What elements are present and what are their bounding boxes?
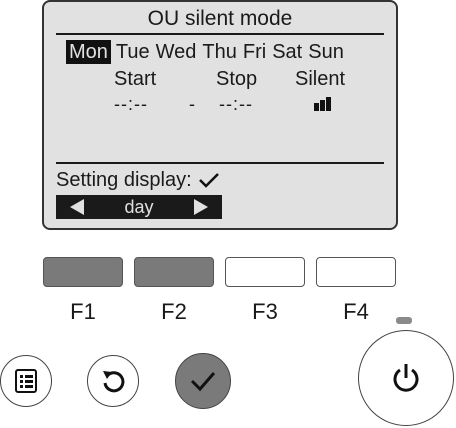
right-arrow-icon[interactable] <box>194 199 208 215</box>
return-icon <box>103 371 125 393</box>
left-arrow-icon[interactable] <box>70 199 84 215</box>
power-icon <box>393 364 419 392</box>
setting-display-row: Setting display: <box>56 168 220 192</box>
day-tue[interactable]: Tue <box>115 40 151 64</box>
start-label: Start <box>114 68 157 90</box>
day-selector-bar[interactable]: day <box>56 195 222 219</box>
stop-label: Stop <box>216 68 258 90</box>
f1-label: F1 <box>70 299 96 324</box>
return-button[interactable] <box>87 355 139 407</box>
screen-title: OU silent mode <box>147 7 293 30</box>
f3-button[interactable] <box>225 257 305 287</box>
time-separator: - <box>189 94 195 114</box>
day-mon[interactable]: Mon <box>66 40 111 64</box>
day-fri[interactable]: Fri <box>242 40 267 64</box>
power-button[interactable] <box>358 330 454 426</box>
stop-time-value[interactable]: --:-- <box>219 94 253 114</box>
menu-button[interactable] <box>0 355 52 407</box>
day-thu[interactable]: Thu <box>201 40 237 64</box>
day-wed[interactable]: Wed <box>155 40 198 64</box>
start-time-value[interactable]: --:-- <box>114 94 148 114</box>
day-selector-label: day <box>124 196 154 217</box>
power-indicator-led <box>396 317 412 324</box>
lcd-screen: OU silent mode Mon Tue Wed Thu Fri Sat S… <box>42 0 398 230</box>
f1-button[interactable] <box>43 257 123 287</box>
f2-label: F2 <box>161 299 187 324</box>
silent-level-icon[interactable] <box>314 97 332 111</box>
day-sat[interactable]: Sat <box>271 40 303 64</box>
title-divider <box>56 33 384 35</box>
menu-icon <box>15 369 37 393</box>
footer-divider <box>56 162 384 164</box>
f4-button[interactable] <box>316 257 396 287</box>
checkmark-icon <box>190 372 216 392</box>
setting-display-label: Setting display: <box>56 169 192 191</box>
select-button[interactable] <box>175 353 231 409</box>
day-sun[interactable]: Sun <box>307 40 345 64</box>
silent-label: Silent <box>295 68 346 90</box>
day-row: Mon Tue Wed Thu Fri Sat Sun <box>66 40 349 64</box>
f2-button[interactable] <box>134 257 214 287</box>
f3-label: F3 <box>252 299 278 324</box>
f4-label: F4 <box>343 299 369 324</box>
checkmark-icon <box>198 173 219 188</box>
